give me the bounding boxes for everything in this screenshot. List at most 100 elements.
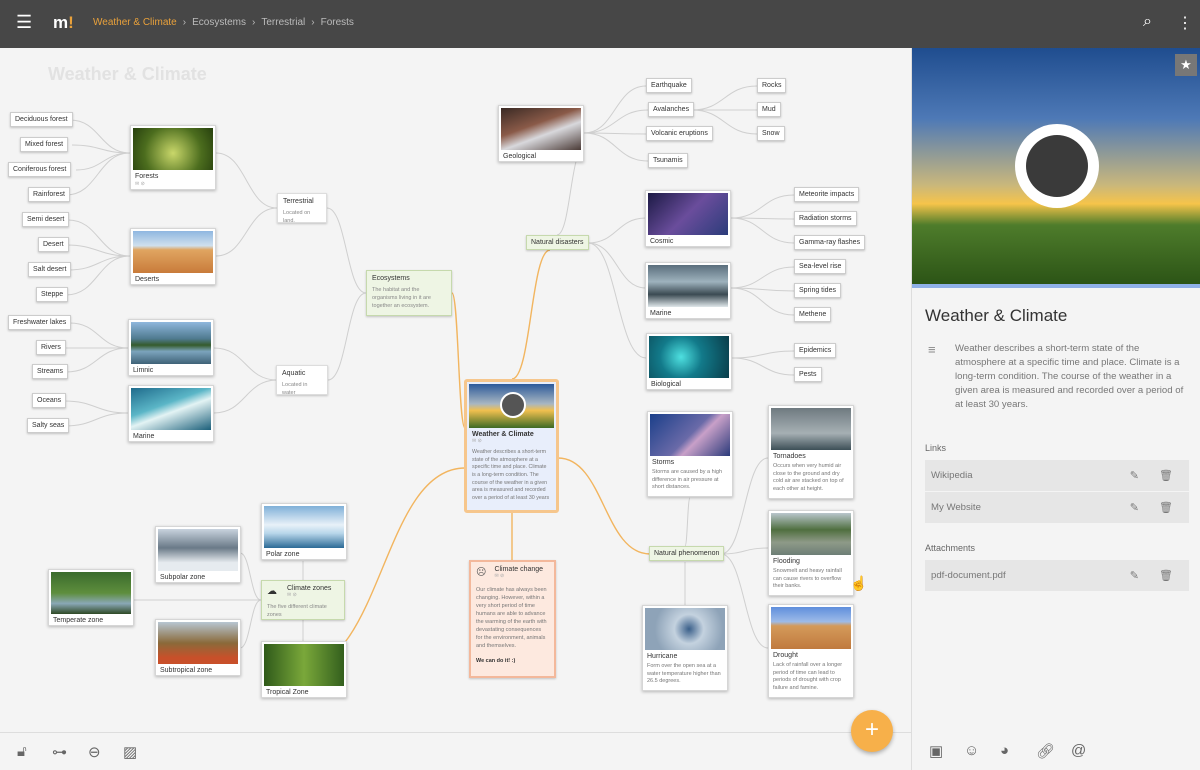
search-icon[interactable]: ⌕: [1143, 13, 1152, 31]
add-sticker-icon[interactable]: ◕: [1000, 742, 1009, 759]
connection-line: [511, 249, 551, 380]
zoom-out-icon[interactable]: ⊖: [88, 743, 101, 761]
node-climate-zones[interactable]: ☁ Climate zones ✉ ⊘ The five different cli…: [261, 580, 345, 620]
node-earthquake[interactable]: Earthquake: [646, 78, 692, 93]
node-freshwater-lakes[interactable]: Freshwater lakes: [8, 315, 72, 330]
node-avalanches[interactable]: Avalanches: [648, 102, 695, 117]
node-ecosystems[interactable]: Ecosystems The habitat and the organisms …: [366, 270, 452, 316]
node-rivers[interactable]: Rivers: [36, 340, 66, 355]
edit-icon[interactable]: ✎: [1130, 569, 1139, 582]
node-steppe[interactable]: Steppe: [36, 287, 69, 302]
node-title: Limnic: [133, 367, 154, 374]
delete-icon[interactable]: 🗑︎: [1159, 569, 1173, 582]
tropical-image: [264, 644, 344, 686]
node-aquatic[interactable]: Aquatic Located in water: [276, 365, 328, 396]
node-spring-tides[interactable]: Spring tides: [794, 283, 841, 298]
node-limnic[interactable]: Limnic: [128, 319, 214, 376]
node-rocks[interactable]: Rocks: [757, 78, 787, 93]
node-streams[interactable]: Streams: [32, 364, 69, 379]
node-rainforest[interactable]: Rainforest: [28, 187, 70, 202]
node-volcanic-eruptions[interactable]: Volcanic eruptions: [646, 126, 713, 141]
link-icon[interactable]: 🔗︎: [1036, 742, 1055, 760]
node-salt-desert[interactable]: Salt desert: [28, 262, 72, 277]
attachment-label[interactable]: pdf-document.pdf: [931, 570, 1006, 581]
attachment-row[interactable]: pdf-document.pdf ✎ 🗑︎: [925, 560, 1189, 592]
node-subtropical-zone[interactable]: Subtropical zone: [155, 619, 241, 676]
node-salty-seas[interactable]: Salty seas: [27, 418, 70, 433]
node-deciduous-forest[interactable]: Deciduous forest: [10, 112, 73, 127]
node-natural-disasters[interactable]: Natural disasters: [526, 235, 589, 250]
node-sea-level-rise[interactable]: Sea-level rise: [794, 259, 847, 274]
node-tornadoes[interactable]: Tornadoes Occurs when very humid air clos…: [768, 405, 854, 499]
node-coniferous-forest[interactable]: Coniferous forest: [8, 162, 72, 177]
breadcrumb-item[interactable]: Ecosystems: [192, 17, 246, 28]
lock-open-icon[interactable]: 🔓︎: [17, 743, 27, 760]
add-node-button[interactable]: +: [851, 710, 893, 752]
node-marine-left[interactable]: Marine: [128, 385, 214, 442]
add-image-icon[interactable]: ▣: [929, 742, 943, 760]
marine-image: [131, 388, 211, 430]
node-desc: Snowmelt and heavy rainfall can cause ri…: [773, 568, 842, 590]
delete-icon[interactable]: 🗑︎: [1159, 501, 1173, 514]
breadcrumb-item[interactable]: Weather & Climate: [93, 17, 177, 28]
link-label[interactable]: Wikipedia: [931, 470, 973, 481]
node-climate-change[interactable]: ☹ Climate change ✉ ⊘ Our climate has alway…: [469, 560, 556, 678]
node-oceans[interactable]: Oceans: [32, 393, 67, 408]
panel-title[interactable]: Weather & Climate: [925, 306, 1067, 326]
node-methene[interactable]: Methene: [794, 307, 832, 322]
node-cosmic[interactable]: Cosmic: [645, 190, 731, 247]
more-vert-icon[interactable]: ⋮: [1177, 13, 1193, 33]
node-root-weather-climate[interactable]: Weather & Climate ✉ ⊘ Weather describes …: [464, 379, 559, 513]
node-pests[interactable]: Pests: [794, 367, 822, 382]
node-deserts[interactable]: Deserts: [130, 228, 216, 285]
connection-line: [731, 357, 795, 376]
node-meteorite-impacts[interactable]: Meteorite impacts: [794, 187, 860, 202]
node-mud[interactable]: Mud: [757, 102, 781, 117]
mindmap-canvas[interactable]: Weather & Climate Deciduous forest Mixed…: [0, 48, 911, 732]
link-row[interactable]: My Website ✎ 🗑︎: [925, 492, 1189, 524]
node-hurricane[interactable]: Hurricane Form over the open sea at a wat…: [642, 605, 728, 692]
node-title: Ecosystems: [372, 275, 410, 282]
delete-icon[interactable]: 🗑︎: [1159, 469, 1173, 482]
node-geological[interactable]: Geological: [498, 105, 584, 162]
panel-description[interactable]: Weather describes a short-term state of …: [955, 342, 1190, 412]
star-icon[interactable]: ★: [1175, 54, 1197, 76]
node-terrestrial[interactable]: Terrestrial Located on land.: [277, 193, 327, 224]
node-polar-zone[interactable]: Polar zone: [261, 503, 347, 560]
node-title: Flooding: [773, 558, 800, 565]
link-label[interactable]: My Website: [931, 502, 981, 513]
node-biological[interactable]: Biological: [646, 333, 732, 390]
node-meta-icons: ✉ ⊘: [135, 181, 145, 187]
node-drought[interactable]: Drought Lack of rainfall over a longer pe…: [768, 604, 854, 698]
node-forests[interactable]: Forests ✉ ⊘: [130, 125, 216, 190]
edit-icon[interactable]: ✎: [1130, 501, 1139, 514]
edit-icon[interactable]: ✎: [1130, 469, 1139, 482]
node-storms[interactable]: Storms Storms are caused by a high differ…: [647, 411, 733, 498]
breadcrumb-item[interactable]: Forests: [321, 17, 354, 28]
menu-icon[interactable]: ☰: [16, 12, 32, 33]
node-marine-right[interactable]: Marine: [645, 262, 731, 319]
node-desert[interactable]: Desert: [38, 237, 69, 252]
attachment-icon[interactable]: @: [1071, 742, 1086, 759]
node-gamma-ray-flashes[interactable]: Gamma-ray flashes: [794, 235, 866, 250]
node-epidemics[interactable]: Epidemics: [794, 343, 837, 358]
node-flooding[interactable]: Flooding Snowmelt and heavy rainfall can …: [768, 510, 854, 597]
add-icon-icon[interactable]: ☺: [964, 742, 979, 759]
node-desc: Form over the open sea at a water temper…: [647, 663, 721, 685]
node-radiation-storms[interactable]: Radiation storms: [794, 211, 857, 226]
node-subpolar-zone[interactable]: Subpolar zone: [155, 526, 241, 583]
node-mixed-forest[interactable]: Mixed forest: [20, 137, 69, 152]
node-tropical-zone[interactable]: Tropical Zone: [261, 641, 347, 698]
node-natural-phenomenon[interactable]: Natural phenomenon: [649, 546, 725, 561]
node-snow[interactable]: Snow: [757, 126, 785, 141]
node-temperate-zone[interactable]: Temperate zone: [48, 569, 134, 626]
logo[interactable]: m!: [53, 13, 74, 33]
hide-details-icon[interactable]: ▨: [123, 743, 137, 761]
connection-line: [730, 217, 795, 244]
breadcrumb-item[interactable]: Terrestrial: [261, 17, 305, 28]
node-semi-desert[interactable]: Semi desert: [22, 212, 70, 227]
details-panel: ★ Weather & Climate ≡ Weather describes …: [911, 48, 1200, 770]
link-row[interactable]: Wikipedia ✎ 🗑︎: [925, 460, 1189, 492]
tree-structure-icon[interactable]: ⊶: [52, 743, 67, 761]
node-tsunamis[interactable]: Tsunamis: [648, 153, 688, 168]
